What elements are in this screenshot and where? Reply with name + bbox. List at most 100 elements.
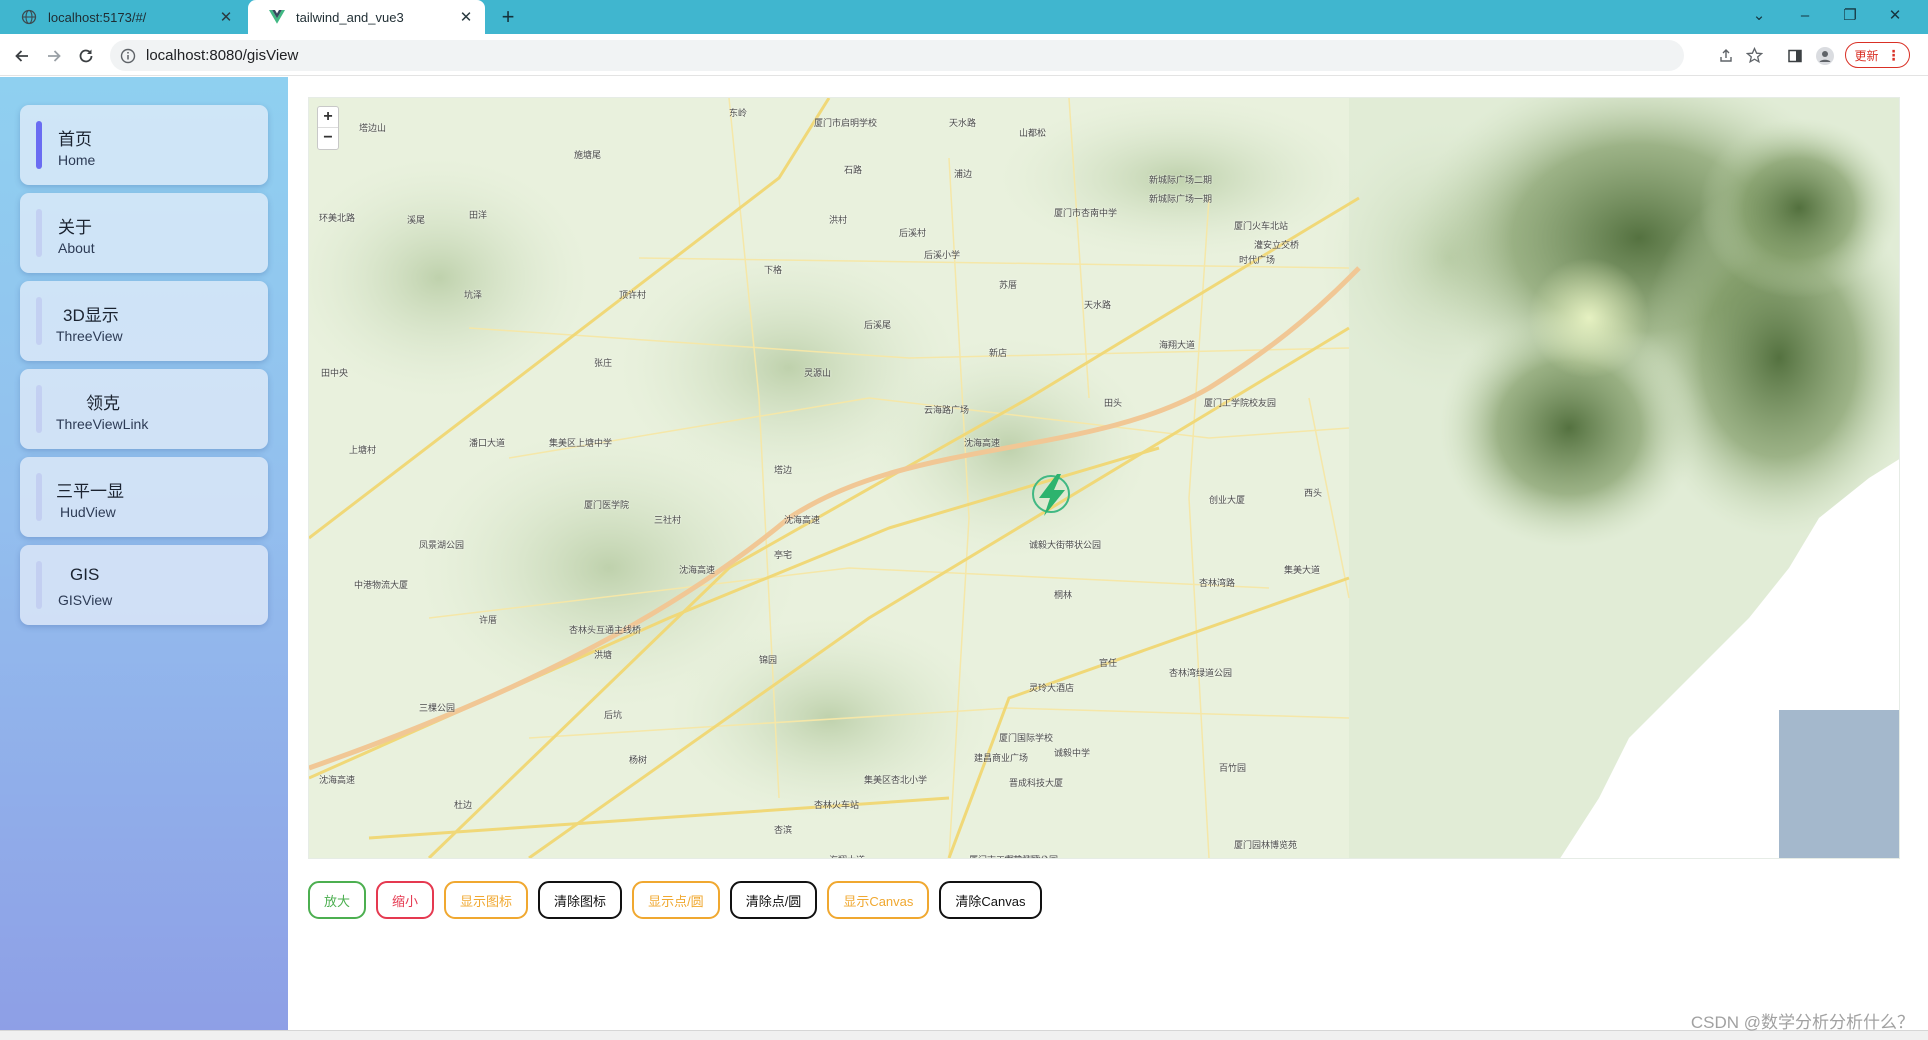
map-label: 锦园 <box>759 655 778 665</box>
map-label: 官任 <box>1099 657 1118 668</box>
map-action-buttons: 放大 缩小 显示图标 清除图标 显示点/圆 清除点/圆 显示Canvas 清除C… <box>308 881 1042 919</box>
bookmark-star-icon[interactable] <box>1740 40 1768 71</box>
sidebar-item-gisview[interactable]: GIS GISView <box>20 545 268 625</box>
show-icon-button[interactable]: 显示图标 <box>444 881 529 919</box>
close-icon[interactable]: ✕ <box>455 6 477 28</box>
browser-tab-tailwind[interactable]: tailwind_and_vue3 ✕ <box>248 0 485 34</box>
sidebar-item-title: 领克 <box>86 394 120 413</box>
watermark: CSDN @数学分析分析什么？ <box>1690 1013 1914 1032</box>
map-label: 云海路广场 <box>924 405 970 415</box>
map-label: 上塘村 <box>349 445 377 455</box>
zoom-in-button[interactable]: 放大 <box>308 881 367 919</box>
tab-search-icon[interactable]: ⌄ <box>1744 4 1774 28</box>
map-label: 灵源山 <box>804 367 832 378</box>
map-label: 厦门国际学校 <box>999 732 1054 743</box>
sidebar-item-title: GIS <box>70 565 100 584</box>
map-label: 田洋 <box>469 210 488 220</box>
gis-map[interactable]: 塔边山 东岭 厦门市启明学校 天水路 山都松 施塘尾 石路 浦边 新城际广场二期 新城际广场一期厦… <box>308 97 1900 859</box>
map-label: 灵玲大酒店 <box>1029 682 1075 693</box>
browser-toolbar: 更新 ⋮ <box>0 34 1928 76</box>
map-label: 创业大厦 <box>1209 495 1246 505</box>
map-label: 沈海高速 <box>679 565 716 575</box>
clear-canvas-button[interactable]: 清除Canvas <box>939 881 1042 919</box>
update-button[interactable]: 更新 ⋮ <box>1845 42 1910 68</box>
sidebar-item-subtitle: Home <box>58 152 96 168</box>
restore-icon[interactable]: ❐ <box>1835 4 1865 28</box>
map-zoom-out-button[interactable]: − <box>318 128 338 149</box>
info-icon[interactable] <box>120 48 136 64</box>
indicator <box>36 297 42 345</box>
status-strip <box>0 1030 1928 1040</box>
zoom-out-button[interactable]: 缩小 <box>376 881 435 919</box>
back-icon[interactable] <box>10 44 34 68</box>
map-label: 浦边 <box>954 168 973 179</box>
map-label: 环美北路 <box>319 212 356 223</box>
sidebar-item-about[interactable]: 关于 About <box>20 193 268 273</box>
url-input[interactable] <box>146 47 1446 64</box>
clear-point-circle-button[interactable]: 清除点/圆 <box>729 881 818 919</box>
reload-icon[interactable] <box>74 44 98 68</box>
new-tab-button[interactable]: + <box>496 6 520 28</box>
map-label: 西头 <box>1304 487 1323 498</box>
show-canvas-button[interactable]: 显示Canvas <box>827 881 930 919</box>
map-label: 沈海高速 <box>964 437 1001 448</box>
map-label: 天水路 <box>1084 300 1112 310</box>
map-label: 塔边山 <box>359 122 387 133</box>
profile-avatar-icon[interactable] <box>1813 44 1837 68</box>
map-label: 坑泽 <box>464 290 483 300</box>
map-label: 杏林湾绿道公园 <box>1169 667 1233 678</box>
map-zoom-control: + − <box>317 106 339 150</box>
map-label: 内茂社区公园 <box>1004 853 1058 858</box>
sidebar-item-threeview[interactable]: 3D显示 ThreeView <box>20 281 268 361</box>
map-label: 洪村 <box>829 215 848 225</box>
map-label: 后溪小学 <box>924 250 961 260</box>
share-icon[interactable] <box>1712 40 1740 71</box>
map-label: 厦门园林博览苑 <box>1234 840 1298 850</box>
map-label: 杏滨 <box>774 825 793 835</box>
map-label: 苏厝 <box>999 280 1018 290</box>
map-label: 厦门市启明学校 <box>814 117 878 128</box>
map-label: 田中央 <box>321 367 349 378</box>
map-label: 时代广场 <box>1239 255 1276 265</box>
minimize-icon[interactable]: – <box>1790 4 1820 28</box>
map-label: 桐林 <box>1054 590 1073 600</box>
browser-tab-localhost[interactable]: localhost:5173/#/ ✕ <box>0 0 245 34</box>
map-label: 施塘尾 <box>574 150 602 160</box>
map-label: 厦门市杏南中学 <box>1054 207 1118 218</box>
sidebar-item-subtitle: About <box>58 240 95 256</box>
map-label: 集美大道 <box>1284 565 1321 575</box>
sidebar-item-home[interactable]: 首页 Home <box>20 105 268 185</box>
show-point-circle-button[interactable]: 显示点/圆 <box>632 881 720 919</box>
main-content: 塔边山 东岭 厦门市启明学校 天水路 山都松 施塘尾 石路 浦边 新城际广场二期 新城际广场一期厦… <box>288 77 1928 1030</box>
sidebar-item-subtitle: GISView <box>58 592 113 608</box>
tab-title: localhost:5173/#/ <box>48 9 147 25</box>
sidebar-item-title: 三平一显 <box>56 482 124 501</box>
clear-icon-button[interactable]: 清除图标 <box>538 881 623 919</box>
sidebar-item-hudview[interactable]: 三平一显 HudView <box>20 457 268 537</box>
map-label: 晋成科技大厦 <box>1009 777 1064 788</box>
map-label: 三社村 <box>654 515 682 525</box>
forward-icon[interactable] <box>42 44 66 68</box>
map-label: 海翔大道 <box>829 853 865 858</box>
map-label: 杏林头互通主线桥 <box>569 625 642 635</box>
address-bar[interactable] <box>110 40 1763 71</box>
window-close-icon[interactable]: ✕ <box>1880 4 1910 28</box>
side-panel-icon[interactable] <box>1783 44 1807 68</box>
map-label: 顶许村 <box>619 290 647 300</box>
map-label: 山都松 <box>1019 127 1047 138</box>
map-label: 诚毅中学 <box>1054 747 1091 758</box>
map-label: 建昌商业广场 <box>974 752 1029 763</box>
indicator <box>36 561 42 609</box>
update-label: 更新 <box>1854 48 1879 63</box>
map-label: 新城际广场一期 <box>1149 193 1213 204</box>
sidebar-item-subtitle: ThreeView <box>56 328 123 344</box>
map-zoom-in-button[interactable]: + <box>318 107 338 128</box>
sidebar-item-title: 关于 <box>58 218 92 237</box>
close-icon[interactable]: ✕ <box>215 6 237 28</box>
map-label: 洪塘 <box>594 650 613 660</box>
tab-title: tailwind_and_vue3 <box>296 9 404 25</box>
map-label: 集美区上塘中学 <box>549 437 613 448</box>
map-label: 东岭 <box>729 107 748 118</box>
sidebar-item-threeviewlink[interactable]: 领克 ThreeViewLink <box>20 369 268 449</box>
indicator <box>36 473 42 521</box>
